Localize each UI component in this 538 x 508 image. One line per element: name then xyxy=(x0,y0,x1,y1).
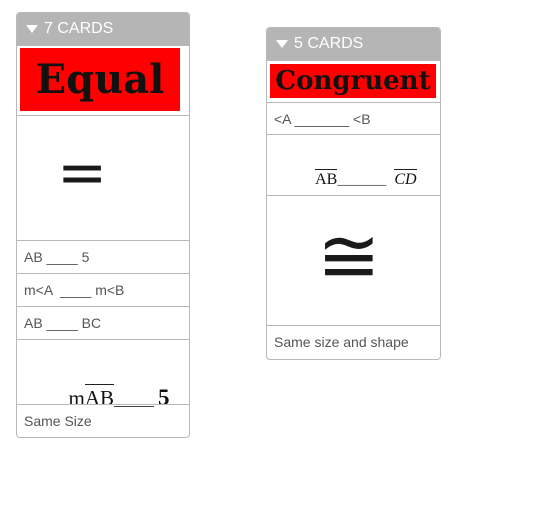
title-banner: Equal xyxy=(20,48,180,111)
congruent-symbol: ≅ xyxy=(317,211,381,300)
card-m-ab-5[interactable]: mAB_____ 5 xyxy=(17,339,189,410)
card-ab-5[interactable]: AB ____ 5 xyxy=(17,240,189,273)
card-equals-symbol[interactable]: = xyxy=(17,115,189,240)
card-label: AB ____ 5 xyxy=(24,249,90,265)
card-definition-congruent[interactable]: Same size and shape xyxy=(267,325,440,358)
card-definition-equal[interactable]: Same Size xyxy=(17,404,189,437)
title-banner: Congruent xyxy=(270,64,436,98)
stack-count-label: 7 CARDS xyxy=(44,20,114,37)
card-congruent-symbol[interactable]: ≅ xyxy=(267,195,440,325)
equals-symbol: = xyxy=(57,138,108,208)
card-angle-a-b[interactable]: <A _______ <B xyxy=(267,102,440,134)
caret-down-icon[interactable] xyxy=(276,40,288,48)
card-title-equal[interactable]: Equal xyxy=(17,45,189,115)
card-ab-bc[interactable]: AB ____ BC xyxy=(17,306,189,339)
stack-count-label: 5 CARDS xyxy=(294,35,364,52)
segment-ab: AB xyxy=(315,169,338,188)
caret-down-icon[interactable] xyxy=(26,25,38,33)
card-label: m<A ____ m<B xyxy=(24,282,125,298)
card-title-congruent[interactable]: Congruent xyxy=(267,60,440,102)
math-blank: _______ xyxy=(337,173,387,188)
card-stack-equal: 7 CARDS Equal = AB ____ 5 m<A ____ m<B A… xyxy=(16,12,190,438)
card-ab-cd[interactable]: AB_______ CD xyxy=(267,134,440,195)
stack-header-congruent[interactable]: 5 CARDS xyxy=(267,28,440,60)
card-stack-congruent: 5 CARDS Congruent <A _______ <B AB______… xyxy=(266,27,441,360)
card-label: Same size and shape xyxy=(274,334,409,350)
segment-cd: CD xyxy=(394,169,417,188)
card-label: <A _______ <B xyxy=(274,110,371,127)
card-label: Same Size xyxy=(24,413,92,429)
card-ma-mb[interactable]: m<A ____ m<B xyxy=(17,273,189,306)
stack-header-equal[interactable]: 7 CARDS xyxy=(17,13,189,45)
card-label: AB ____ BC xyxy=(24,315,102,331)
